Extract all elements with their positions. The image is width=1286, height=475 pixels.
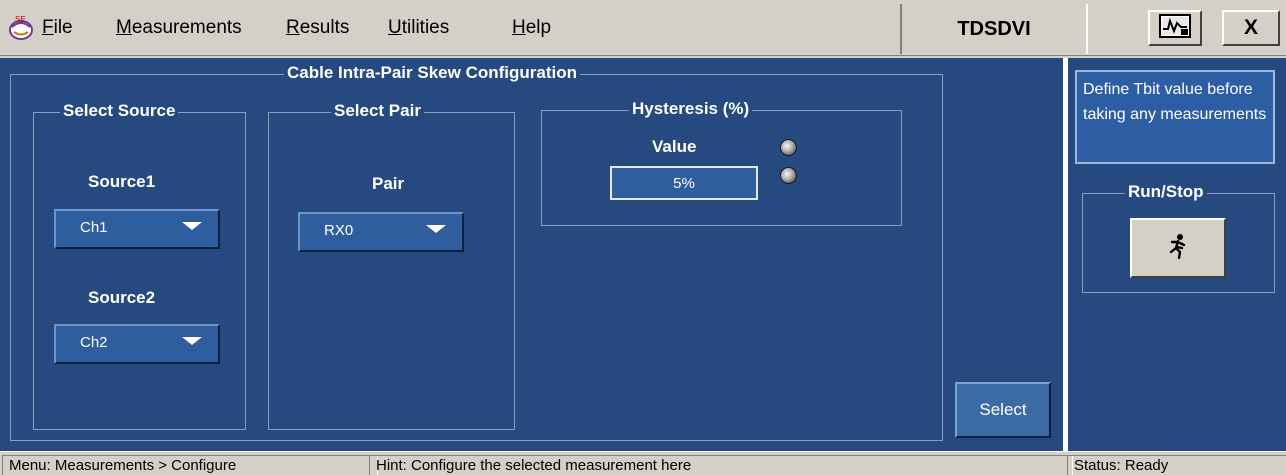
select-button[interactable]: Select	[955, 382, 1051, 438]
scope-waveform-icon	[1159, 13, 1191, 43]
svg-text:SE: SE	[15, 15, 26, 24]
close-button[interactable]: X	[1222, 10, 1280, 46]
source1-value: Ch1	[80, 219, 108, 236]
status-menu-path: Menu: Measurements > Configure	[2, 455, 378, 475]
status-ready: Status: Ready	[1067, 455, 1286, 475]
source2-value: Ch2	[80, 334, 108, 351]
source2-label: Source2	[88, 288, 156, 307]
source2-dropdown[interactable]: Ch2	[54, 324, 220, 364]
source1-label: Source1	[88, 172, 156, 191]
hysteresis-value-input[interactable]: 5%	[610, 166, 758, 200]
menu-help[interactable]: Help	[512, 17, 551, 39]
menu-results[interactable]: Results	[286, 17, 349, 39]
knob-indicator-icon[interactable]	[780, 167, 797, 184]
config-title: Cable Intra-Pair Skew Configuration	[284, 63, 580, 83]
menu-file[interactable]: File	[42, 17, 73, 39]
status-bar: Menu: Measurements > Configure Hint: Con…	[0, 451, 1286, 475]
source1-dropdown[interactable]: Ch1	[54, 209, 220, 249]
pair-dropdown[interactable]: RX0	[298, 212, 464, 252]
running-man-icon	[1166, 233, 1190, 264]
tbit-hint-box: Define Tbit value before taking any meas…	[1075, 70, 1275, 164]
pair-group-title: Select Pair	[331, 101, 424, 121]
run-stop-button[interactable]	[1130, 218, 1226, 278]
menu-measurements[interactable]: Measurements	[116, 17, 242, 39]
menu-bar: SE File Measurements Results Utilities H…	[0, 0, 1286, 56]
tektronix-app-icon[interactable]: SE	[8, 13, 34, 41]
app-title: TDSDVI	[900, 4, 1088, 54]
menu-utilities[interactable]: Utilities	[388, 17, 449, 39]
chevron-down-icon	[182, 337, 202, 345]
source-group: Select Source	[33, 101, 246, 430]
knob-indicator-icon[interactable]	[780, 139, 797, 156]
hysteresis-group-title: Hysteresis (%)	[629, 99, 753, 119]
pair-value: RX0	[324, 222, 354, 239]
pair-label: Pair	[372, 174, 405, 193]
pair-group: Select Pair	[268, 101, 515, 430]
status-hint: Hint: Configure the selected measurement…	[369, 455, 1073, 475]
hysteresis-value-label: Value	[652, 137, 697, 156]
chevron-down-icon	[182, 222, 202, 230]
chevron-down-icon	[426, 225, 446, 233]
run-stop-title: Run/Stop	[1125, 182, 1207, 202]
scope-view-button[interactable]	[1148, 10, 1202, 46]
source-group-title: Select Source	[60, 101, 179, 121]
